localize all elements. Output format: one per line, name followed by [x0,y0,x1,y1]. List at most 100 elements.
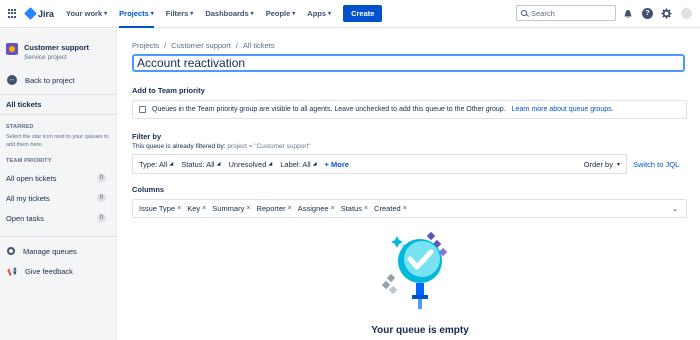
sidebar-item-open-tasks[interactable]: Open tasks 0 [0,210,116,226]
breadcrumb-customer-support[interactable]: Customer support [171,41,231,50]
chip-label: Assignee [297,204,329,213]
queue-count-badge: 0 [96,194,106,202]
filter-label-text: Label: All [280,159,311,169]
chip-label: Issue Type [139,204,176,213]
switch-to-jql-link[interactable]: Switch to JQL [633,160,679,169]
gear-icon [7,247,15,255]
chevron-down-icon: ▾ [328,11,332,17]
team-priority-text: Queues in the Team priority group are vi… [152,106,506,113]
nav-dashboards[interactable]: Dashboards ▾ [205,0,253,28]
more-filters-button[interactable]: + More [325,160,349,169]
filter-type[interactable]: Type: All ◢ [139,160,173,169]
nav-filters[interactable]: Filters ▾ [166,0,194,28]
filter-label: Unresolved [228,159,267,169]
breadcrumb-all-tickets[interactable]: All tickets [243,41,275,50]
caret-down-icon: ◢ [169,161,174,167]
filter-heading: Filter by [132,132,162,141]
top-navigation: Jira Your work ▾ Projects ▾ Filters ▾ Dashb… [0,0,700,28]
chip-label: Reporter [256,204,286,213]
breadcrumb-projects[interactable]: Projects [132,41,159,50]
user-avatar[interactable] [681,8,692,19]
notifications-icon[interactable] [622,8,633,19]
filter-label: Type: All [139,159,168,169]
megaphone-icon: 📢 [7,266,17,276]
nav-label: People [265,9,291,18]
chevron-down-icon: ▾ [150,11,154,17]
caret-down-icon: ◢ [268,161,273,167]
sidebar-divider [0,236,116,237]
filter-label[interactable]: Label: All ◢ [280,160,316,169]
nav-people[interactable]: People ▾ [266,0,296,28]
arrow-left-icon: ← [7,75,17,85]
chip-label: Key [187,204,201,213]
chevron-down-icon[interactable]: ⌄ [672,205,678,213]
column-chip-assignee[interactable]: Assignee × [298,204,335,213]
starred-note: Select the star icon next to your queues… [6,134,109,148]
team-priority-section-title: TEAM PRIORITY [6,158,52,164]
filter-label: Status: All [181,159,215,169]
queue-name-input[interactable]: Account reactivation [132,54,685,72]
chip-label: Summary [212,204,245,213]
remove-icon[interactable]: × [403,205,407,212]
remove-icon[interactable]: × [177,205,181,212]
learn-more-link[interactable]: Learn more about queue groups. [512,106,614,113]
nav-apps[interactable]: Apps ▾ [307,0,331,28]
caret-down-icon: ◢ [312,161,317,167]
search-placeholder: Search [531,8,555,18]
caret-down-icon: ◢ [216,161,221,167]
sidebar-item-all-my-tickets[interactable]: All my tickets 0 [0,190,116,206]
nav-label: Projects [119,9,149,18]
remove-icon[interactable]: × [331,205,335,212]
sidebar-item-all-open-tickets[interactable]: All open tickets 0 [0,170,116,186]
order-by-label: Order by [583,159,613,169]
logo-text: Jira [38,8,55,19]
breadcrumb-separator: / [164,41,167,50]
filter-resolution[interactable]: Unresolved ◢ [228,160,272,169]
columns-selector[interactable]: Issue Type × Key × Summary × Reporter × Assi… [132,199,687,218]
remove-icon[interactable]: × [246,205,250,212]
filter-note-text: This queue is already filtered by: [132,143,226,150]
column-chip-reporter[interactable]: Reporter × [256,204,291,213]
filter-row: Type: All ◢ Status: All ◢ Unresolved ◢ Labe… [132,154,687,174]
column-chip-issue-type[interactable]: Issue Type × [139,204,181,213]
nav-your-work[interactable]: Your work ▾ [66,0,107,28]
search-input[interactable]: Search [516,5,616,21]
queue-label: All open tickets [6,173,57,183]
help-icon[interactable]: ? [642,8,653,19]
remove-icon[interactable]: × [202,205,206,212]
chevron-down-icon: ▾ [104,11,108,17]
column-chip-status[interactable]: Status × [341,204,368,213]
project-avatar-icon [6,43,18,55]
project-name: Customer support [24,43,90,52]
create-button[interactable]: Create [343,5,383,22]
jira-logo-icon [24,7,37,20]
column-chip-created[interactable]: Created × [374,204,407,213]
remove-icon[interactable]: × [364,205,368,212]
column-chip-summary[interactable]: Summary × [212,204,250,213]
app-switcher-icon[interactable] [8,8,18,19]
team-priority-checkbox[interactable] [139,106,146,113]
remove-icon[interactable]: × [288,205,292,212]
nav-projects[interactable]: Projects ▾ [119,0,154,28]
chip-label: Created [374,204,401,213]
order-by-button[interactable]: Order by ▾ [584,160,620,169]
give-feedback-link[interactable]: 📢 Give feedback [0,261,116,281]
chevron-down-icon: ▾ [292,11,296,17]
project-header: Customer support Service project [0,29,116,61]
nav-label: Filters [165,9,189,18]
project-type: Service project [24,54,67,61]
starred-section-title: STARRED [6,124,34,130]
columns-heading: Columns [132,185,165,194]
manage-queues-link[interactable]: Manage queues [0,241,116,261]
breadcrumb: Projects / Customer support / All ticket… [132,41,687,50]
settings-gear-icon[interactable] [661,8,672,19]
chevron-down-icon: ▾ [190,11,194,17]
give-feedback-label: Give feedback [24,266,73,276]
back-to-project-link[interactable]: ← Back to project [0,61,116,85]
column-chip-key[interactable]: Key × [187,204,206,213]
empty-queue-message: Your queue is empty [371,325,469,336]
sidebar-item-all-tickets[interactable]: All tickets [0,94,116,115]
filter-status[interactable]: Status: All ◢ [181,160,220,169]
team-priority-heading: Add to Team priority [132,86,205,95]
jira-logo[interactable]: Jira [24,7,55,20]
